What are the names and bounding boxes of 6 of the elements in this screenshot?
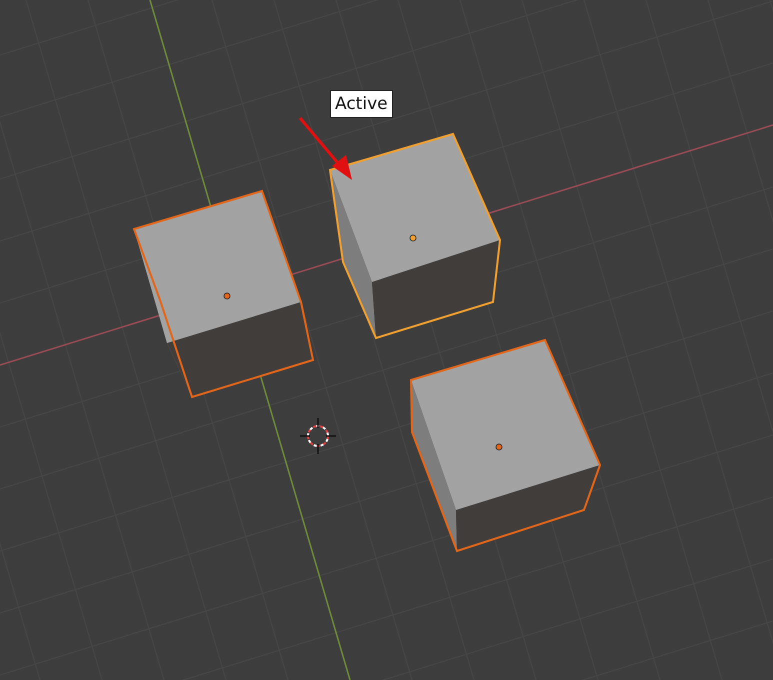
annotation-label: Active <box>330 90 393 118</box>
cube-drawing[interactable] <box>328 132 502 340</box>
crosshair-icon[interactable] <box>300 418 336 454</box>
cube-drawing[interactable] <box>410 338 602 552</box>
cube-drawing[interactable] <box>132 190 314 398</box>
arrow-icon <box>298 117 352 180</box>
